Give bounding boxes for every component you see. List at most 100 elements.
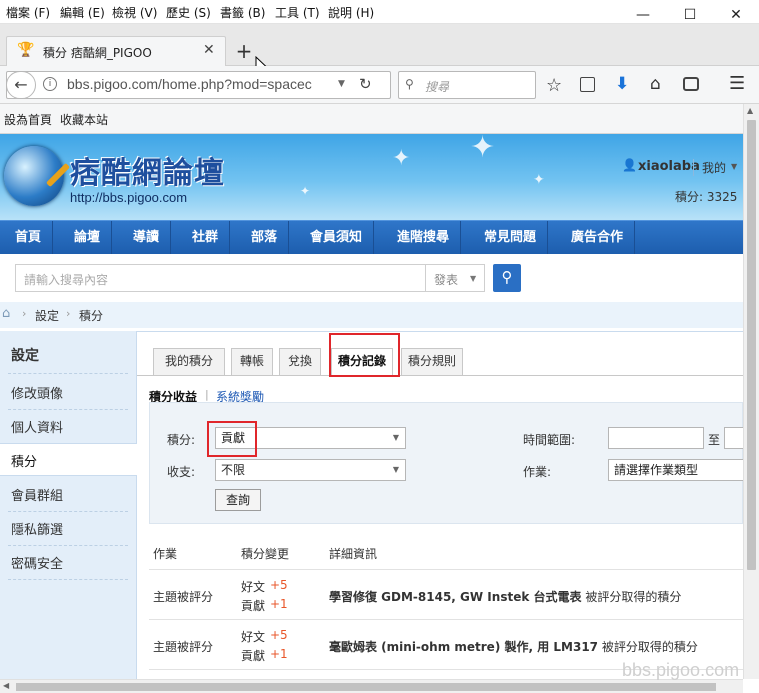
site-nav: 首頁 論壇 導讀 社群 部落 會員須知 進階搜尋 常見問題 廣告合作 [0,220,743,255]
subtab-separator: | [205,388,209,401]
menu-tools[interactable]: 工具 (T) [275,4,320,21]
new-tab-icon[interactable]: + [230,38,258,66]
pocket-icon[interactable] [683,77,699,91]
time-start-input[interactable] [608,427,704,449]
watermark: bbs.pigoo.com [622,660,740,680]
menu-bookmarks[interactable]: 書籤 (B) [220,4,265,21]
row-credit-label: 好文 [241,630,266,644]
row-operation: 主題被評分 [153,590,214,604]
sidebar-item-privacy[interactable]: 隱私篩選 [11,519,63,538]
home-icon[interactable]: ⌂ [650,74,661,94]
col-detail: 詳細資訊 [329,547,378,561]
chevron-down-icon: ▼ [470,274,477,283]
browser-tab[interactable]: 🏆 積分 痞酷網_PIGOO ✕ [6,36,226,67]
tab-transfer[interactable]: 轉帳 [231,348,273,375]
scroll-left-icon[interactable]: ◀ [3,681,9,690]
operation-value: 請選擇作業類型 [614,463,699,477]
nav-ads[interactable]: 廣告合作 [560,221,636,255]
site-search-button[interactable]: ⚲ [493,264,521,292]
user-icon: 👤 [622,158,637,172]
logo-text[interactable]: 痞酷網論壇 [70,148,225,192]
url-bar[interactable]: ← i bbs.pigoo.com/home.php?mod=spacec ▼ … [6,71,391,99]
scroll-up-icon[interactable]: ▲ [747,106,753,115]
sidebar-item-points-active[interactable]: 積分 [0,443,137,476]
vertical-scrollbar[interactable]: ▲ [743,104,759,679]
close-tab-icon[interactable]: ✕ [203,42,215,58]
nav-forum[interactable]: 論壇 [63,221,113,255]
nav-member-rules[interactable]: 會員須知 [299,221,375,255]
menu-history[interactable]: 歷史 (S) [166,4,211,21]
operation-select[interactable]: 請選擇作業類型 [608,459,743,481]
sidebar-item-profile[interactable]: 個人資料 [11,417,63,436]
bookmark-set-home[interactable]: 設為首頁 [4,111,52,128]
nav-community[interactable]: 社群 [181,221,231,255]
row-detail-link[interactable]: 毫歐姆表 (mini-ohm metre) 製作, 用 LM317 [329,640,598,654]
inout-select[interactable]: 不限 ▼ [215,459,406,481]
breadcrumb-separator-icon: › [66,307,71,320]
menu-help[interactable]: 說明 (H) [328,4,374,21]
sidebar-item-password[interactable]: 密碼安全 [11,553,63,572]
info-icon[interactable]: i [43,77,57,91]
nav-home[interactable]: 首頁 [4,221,54,255]
hamburger-menu-icon[interactable]: ☰ [729,73,745,94]
inout-value: 不限 [221,463,246,477]
reading-list-icon[interactable] [580,77,595,92]
site-banner: ✦ ✦ ✦ ✦ 痞酷網論壇 http://bbs.pigoo.com 👤 xia… [0,134,743,220]
row-contrib-value: +1 [270,647,288,661]
time-end-input[interactable] [724,427,743,449]
breadcrumb-settings[interactable]: 設定 [35,307,59,324]
table-row: 主題被評分 好文 +5 貢獻 +1 學習修復 GDM-8145, GW Inst… [149,570,743,620]
horizontal-scroll-thumb[interactable] [16,683,716,691]
sidebar-item-avatar[interactable]: 修改頭像 [11,383,63,402]
my-menu-link[interactable]: 我的 [693,159,726,176]
breadcrumb-separator-icon: › [22,307,27,320]
menu-bar: 檔案 (F) 編輯 (E) 檢視 (V) 歷史 (S) 書籤 (B) 工具 (T… [0,0,759,24]
row-contrib-label: 貢獻 [241,599,266,613]
sidebar: 設定 修改頭像 個人資料 積分 會員群組 隱私篩選 密碼安全 [0,331,137,679]
bookmark-favorite[interactable]: 收藏本站 [60,111,108,128]
sidebar-item-groups[interactable]: 會員群組 [11,485,63,504]
nav-guide[interactable]: 導讀 [122,221,172,255]
bookmarks-bar: 設為首頁 收藏本站 [0,104,759,134]
url-text[interactable]: bbs.pigoo.com/home.php?mod=spacec [67,76,312,92]
breadcrumb-points[interactable]: 積分 [79,307,103,324]
points-type-label: 積分: [167,433,196,447]
row-detail: 毫歐姆表 (mini-ohm metre) 製作, 用 LM317 被評分取得的… [329,640,698,654]
sidebar-item-points[interactable]: 積分 [11,451,37,470]
tab-points-rules[interactable]: 積分規則 [401,348,463,375]
search-type-select[interactable]: 發表 ▼ [425,264,485,292]
horizontal-scrollbar[interactable]: ◀ [0,679,743,693]
home-breadcrumb-icon[interactable]: ⌂ [2,306,10,321]
menu-view[interactable]: 檢視 (V) [112,4,157,21]
menu-file[interactable]: 檔案 (F) [6,4,50,21]
query-button[interactable]: 查詢 [215,489,261,511]
tab-title: 積分 痞酷網_PIGOO [43,46,152,60]
reload-icon[interactable]: ↻ [359,75,372,93]
sidebar-title: 設定 [11,348,39,364]
browser-search-box[interactable]: ⚲ 搜尋 [398,71,536,99]
vertical-scroll-thumb[interactable] [747,120,756,570]
search-type-label: 發表 [434,273,459,287]
nav-blog[interactable]: 部落 [240,221,290,255]
download-icon[interactable]: ⬇ [615,74,629,94]
star-bookmark-icon[interactable]: ☆ [546,75,562,96]
row-detail-link[interactable]: 學習修復 GDM-8145, GW Instek 台式電表 [329,590,582,604]
site-search-row: 請輸入搜尋內容 發表 ▼ ⚲ [0,254,743,302]
nav-advanced-search[interactable]: 進階搜尋 [386,221,462,255]
chevron-down-icon: ▼ [392,433,399,442]
breadcrumb: ⌂ › 設定 › 積分 [0,302,743,328]
url-dropdown-icon[interactable]: ▼ [338,79,345,89]
operation-label: 作業: [523,465,552,479]
menu-edit[interactable]: 編輯 (E) [60,4,105,21]
site-search-input[interactable]: 請輸入搜尋內容 [15,264,426,292]
my-menu-dropdown-icon[interactable]: ▼ [731,162,737,171]
highlight-box-tab-points-log [329,333,400,377]
username-link[interactable]: xiaolaba [638,159,700,174]
back-arrow-icon[interactable]: ← [6,71,36,99]
logo-url[interactable]: http://bbs.pigoo.com [70,190,187,205]
tab-my-points[interactable]: 我的積分 [153,348,225,375]
row-credit-label: 好文 [241,580,266,594]
nav-faq[interactable]: 常見問題 [473,221,549,255]
tab-exchange[interactable]: 兌換 [279,348,321,375]
row-operation: 主題被評分 [153,640,214,654]
